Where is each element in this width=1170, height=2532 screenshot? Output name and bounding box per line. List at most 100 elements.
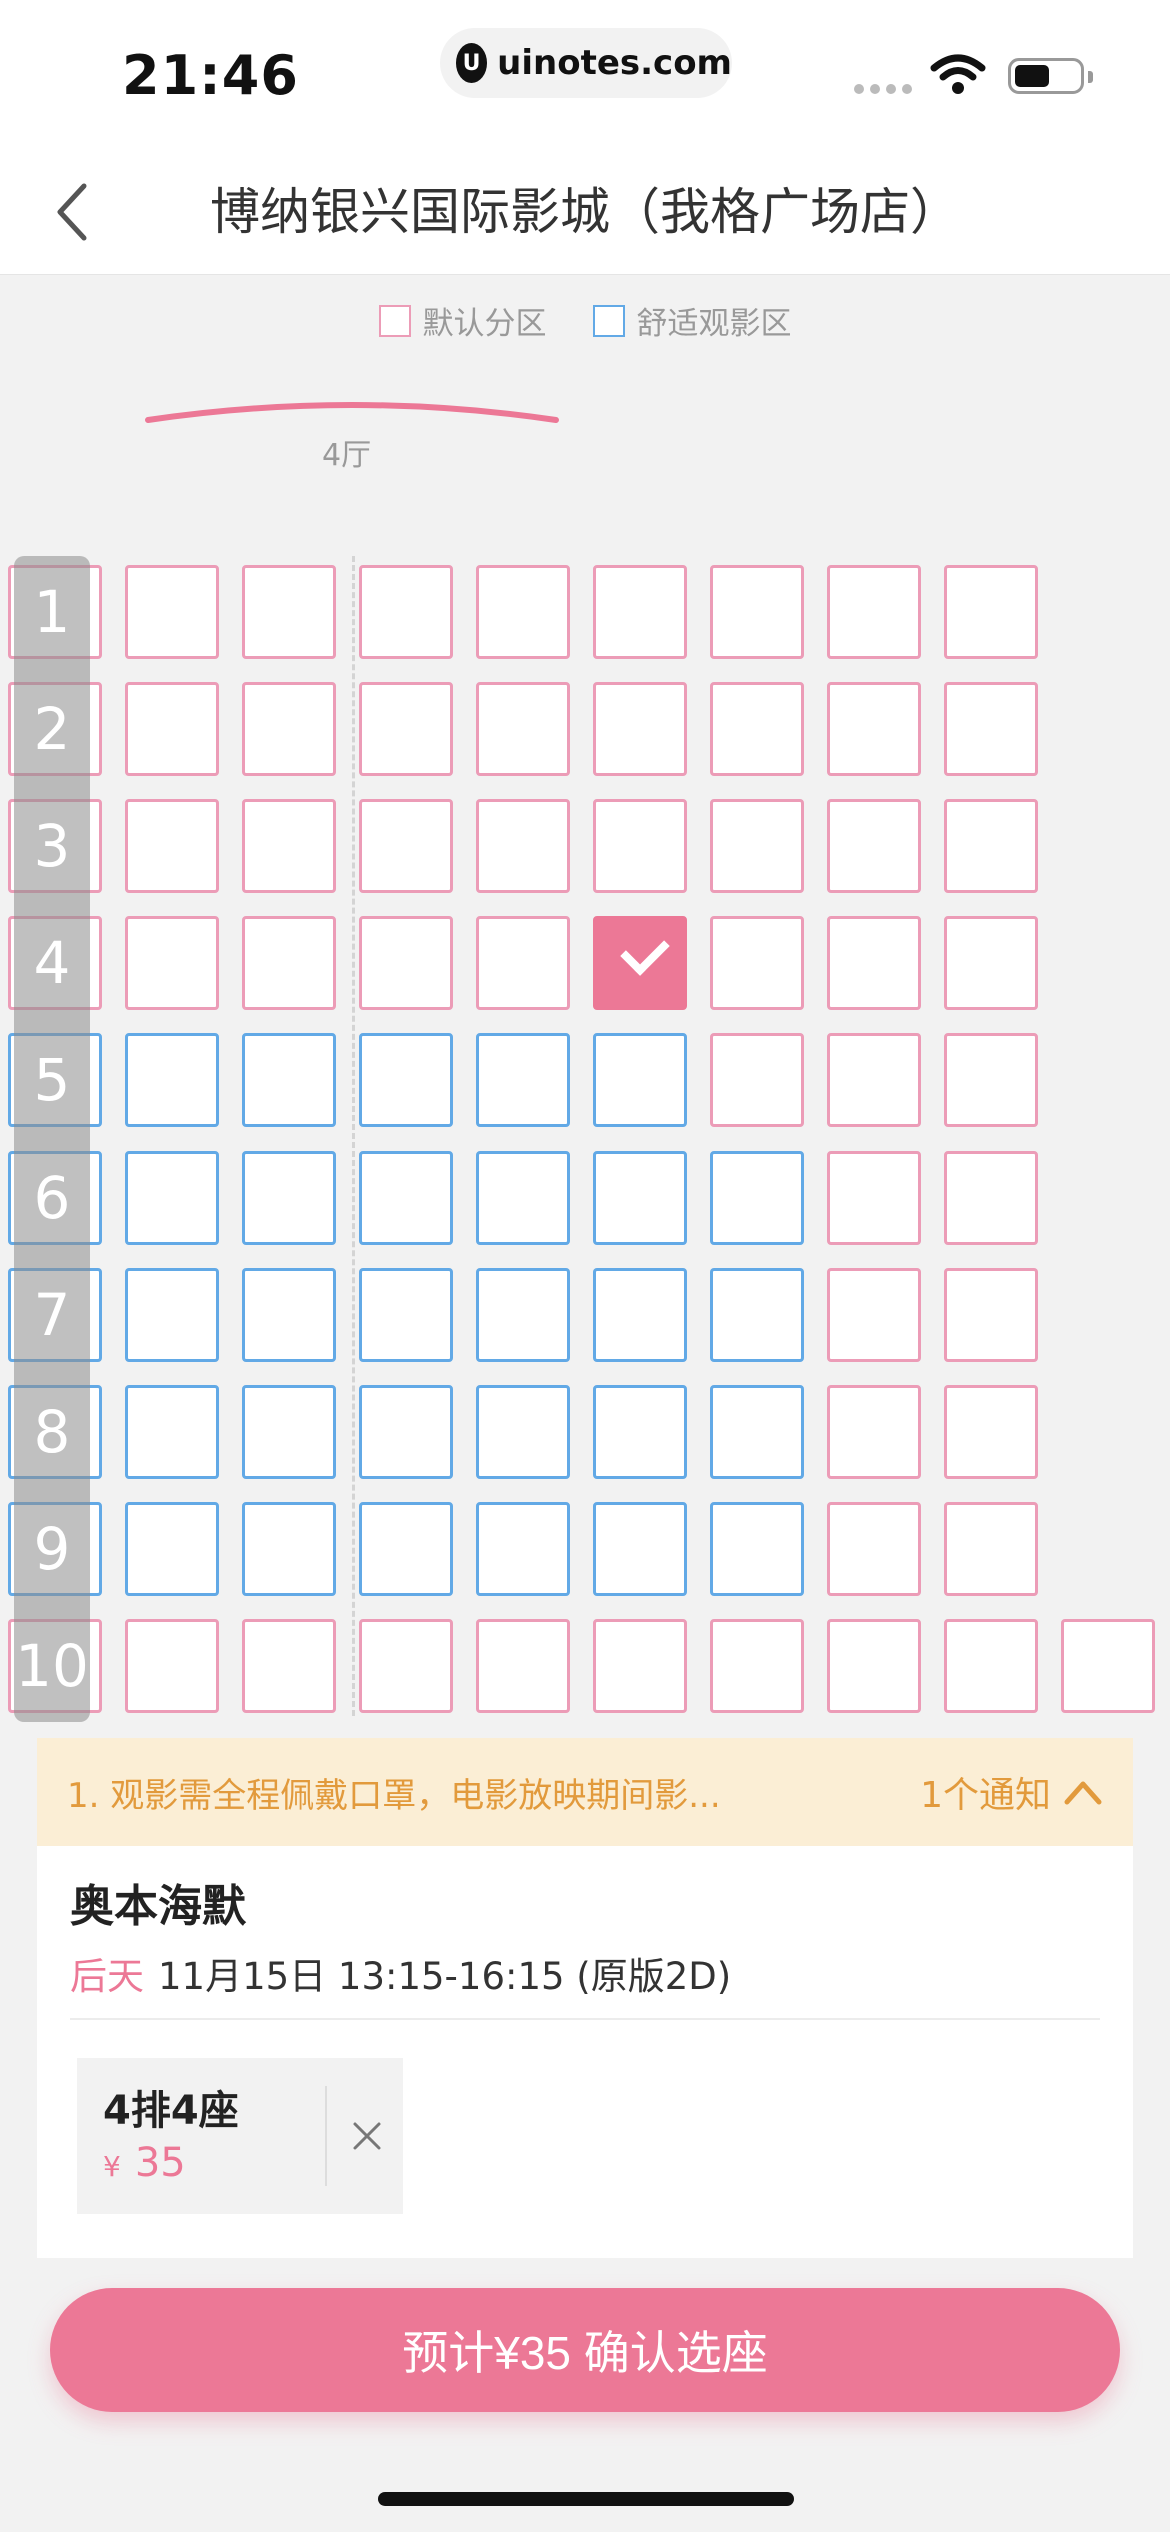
seat[interactable]	[827, 565, 921, 659]
seat[interactable]	[476, 565, 570, 659]
seat[interactable]	[125, 565, 219, 659]
seat[interactable]	[476, 916, 570, 1010]
row-number: 5	[33, 1046, 71, 1114]
seat[interactable]	[593, 799, 687, 893]
seat[interactable]	[125, 1033, 219, 1127]
order-panel: 奥本海默 后天 11月15日 13:15-16:15 (原版2D) 4排4座 ¥3…	[37, 1846, 1133, 2258]
seat[interactable]	[476, 1385, 570, 1479]
row-number: 8	[33, 1398, 71, 1466]
seat[interactable]	[476, 1268, 570, 1362]
seat[interactable]	[359, 1502, 453, 1596]
seat[interactable]	[125, 916, 219, 1010]
seat[interactable]	[710, 682, 804, 776]
seat[interactable]	[944, 1151, 1038, 1245]
seat[interactable]	[476, 1033, 570, 1127]
remove-seat-button[interactable]	[345, 2108, 389, 2164]
row-number: 9	[33, 1515, 71, 1583]
seat[interactable]	[242, 1268, 336, 1362]
seat[interactable]	[359, 565, 453, 659]
notice-text: 1. 观影需全程佩戴口罩，电影放映期间影...	[67, 1775, 721, 1816]
seat[interactable]	[593, 1619, 687, 1713]
seat[interactable]	[242, 799, 336, 893]
seat[interactable]	[593, 1268, 687, 1362]
seat[interactable]	[476, 1619, 570, 1713]
chevron-up-icon	[1064, 1781, 1102, 1805]
seat[interactable]	[476, 799, 570, 893]
seat[interactable]	[476, 1151, 570, 1245]
seat[interactable]	[944, 682, 1038, 776]
seat[interactable]	[593, 1151, 687, 1245]
seat[interactable]	[827, 1619, 921, 1713]
url-pill[interactable]: U uinotes.com	[440, 28, 732, 98]
seat[interactable]	[125, 1268, 219, 1362]
seat[interactable]	[242, 1385, 336, 1479]
seat[interactable]	[710, 1385, 804, 1479]
seat[interactable]	[944, 799, 1038, 893]
seat[interactable]	[710, 1033, 804, 1127]
seat-selected[interactable]	[593, 916, 687, 1010]
seat[interactable]	[593, 1502, 687, 1596]
url-text: uinotes.com	[497, 43, 732, 83]
seat[interactable]	[944, 1502, 1038, 1596]
seat[interactable]	[1061, 1619, 1155, 1713]
seat[interactable]	[242, 1619, 336, 1713]
seat[interactable]	[359, 1619, 453, 1713]
seat[interactable]	[827, 1151, 921, 1245]
seat[interactable]	[476, 1502, 570, 1596]
ticket-price: ¥35	[103, 2140, 186, 2186]
seat[interactable]	[827, 799, 921, 893]
seat[interactable]	[710, 916, 804, 1010]
seat[interactable]	[242, 565, 336, 659]
legend-default-label: 默认分区	[422, 306, 547, 342]
legend-comfort-zone: 舒适观影区	[592, 298, 792, 343]
seat[interactable]	[827, 1502, 921, 1596]
seat[interactable]	[710, 1268, 804, 1362]
seat[interactable]	[827, 916, 921, 1010]
seat[interactable]	[944, 1268, 1038, 1362]
seat[interactable]	[476, 682, 570, 776]
seat[interactable]	[125, 799, 219, 893]
seat[interactable]	[827, 682, 921, 776]
seat[interactable]	[242, 916, 336, 1010]
seat[interactable]	[359, 1151, 453, 1245]
seat[interactable]	[593, 682, 687, 776]
seat[interactable]	[944, 1619, 1038, 1713]
seat[interactable]	[242, 682, 336, 776]
seat-legend: 默认分区 舒适观影区	[0, 298, 1170, 343]
seat[interactable]	[944, 1385, 1038, 1479]
seat[interactable]	[242, 1033, 336, 1127]
row-number: 3	[33, 812, 71, 880]
seat[interactable]	[710, 799, 804, 893]
seat[interactable]	[827, 1268, 921, 1362]
notice-toggle[interactable]: 1个通知	[920, 1766, 1103, 1818]
seat[interactable]	[359, 1268, 453, 1362]
confirm-seat-button[interactable]: 预计¥35 确认选座	[50, 2288, 1120, 2412]
seat[interactable]	[359, 916, 453, 1010]
seat[interactable]	[125, 1619, 219, 1713]
seat[interactable]	[944, 1033, 1038, 1127]
seat[interactable]	[944, 916, 1038, 1010]
ticket-seat-label: 4排4座	[103, 2088, 239, 2134]
seat[interactable]	[359, 799, 453, 893]
seat[interactable]	[242, 1502, 336, 1596]
seat[interactable]	[125, 682, 219, 776]
seat[interactable]	[242, 1151, 336, 1245]
seat[interactable]	[125, 1385, 219, 1479]
seat[interactable]	[125, 1502, 219, 1596]
seat[interactable]	[359, 1033, 453, 1127]
seat[interactable]	[593, 1033, 687, 1127]
seat[interactable]	[593, 565, 687, 659]
seat[interactable]	[710, 1502, 804, 1596]
seat[interactable]	[827, 1385, 921, 1479]
seat[interactable]	[710, 1619, 804, 1713]
page-title: 博纳银兴国际影城（我格广场店）	[210, 183, 960, 241]
seat[interactable]	[827, 1033, 921, 1127]
notice-bar[interactable]: 1. 观影需全程佩戴口罩，电影放映期间影... 1个通知	[37, 1738, 1133, 1846]
seat[interactable]	[710, 565, 804, 659]
seat[interactable]	[125, 1151, 219, 1245]
seat[interactable]	[359, 1385, 453, 1479]
seat[interactable]	[710, 1151, 804, 1245]
seat[interactable]	[593, 1385, 687, 1479]
seat[interactable]	[944, 565, 1038, 659]
seat[interactable]	[359, 682, 453, 776]
